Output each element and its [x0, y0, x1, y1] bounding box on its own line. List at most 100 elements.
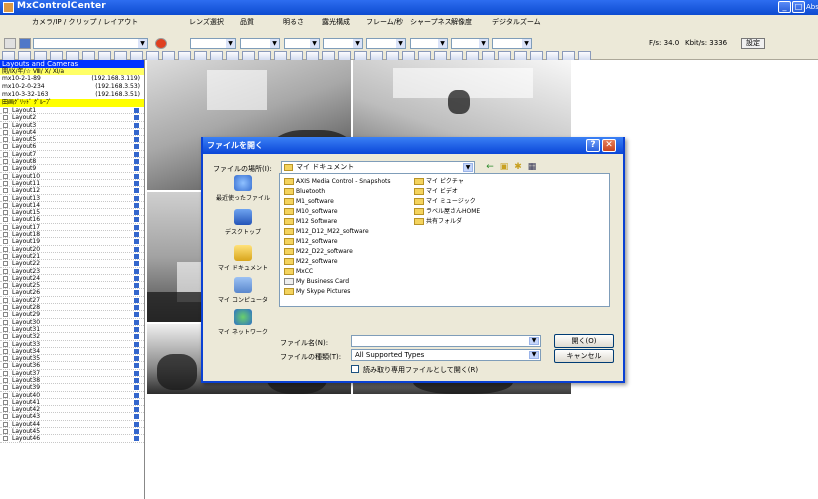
- layout-item[interactable]: Layout25: [0, 282, 144, 290]
- layout-item[interactable]: Layout10: [0, 173, 144, 180]
- layout-item[interactable]: Layout26: [0, 289, 144, 297]
- layout-item[interactable]: Layout35: [0, 355, 144, 363]
- camera-icon[interactable]: [4, 38, 16, 49]
- layout-item[interactable]: Layout32: [0, 333, 144, 341]
- layout-icon: [3, 385, 8, 391]
- layout-item[interactable]: Layout11: [0, 180, 144, 188]
- readonly-checkbox[interactable]: [351, 365, 359, 373]
- quality-select[interactable]: ▼: [240, 38, 280, 49]
- layout-item[interactable]: Layout23: [0, 268, 144, 275]
- layout-item[interactable]: Layout44: [0, 421, 144, 429]
- layout-item[interactable]: Layout31: [0, 326, 144, 334]
- layout-item[interactable]: Layout45: [0, 428, 144, 436]
- list-item[interactable]: Bluetooth: [284, 187, 325, 196]
- maximize-button[interactable]: □: [792, 1, 805, 13]
- layout-item[interactable]: Layout46: [0, 435, 144, 443]
- list-item[interactable]: 共有フォルダ: [414, 217, 462, 226]
- filename-input[interactable]: ▼: [351, 335, 541, 347]
- layout-item[interactable]: Layout29: [0, 311, 144, 319]
- layout-item[interactable]: Layout42: [0, 406, 144, 414]
- list-item[interactable]: M1_software: [284, 197, 334, 206]
- close-button[interactable]: ✕: [602, 139, 616, 152]
- place-my-computer[interactable]: マイ コンピュータ: [211, 277, 275, 304]
- settings-button[interactable]: 設定: [741, 38, 765, 49]
- layout-item[interactable]: Layout34: [0, 348, 144, 356]
- layout-item[interactable]: Layout15: [0, 209, 144, 217]
- layout-item[interactable]: Layout36: [0, 362, 144, 370]
- layout-item[interactable]: Layout19: [0, 238, 144, 246]
- help-button[interactable]: ?: [586, 139, 600, 152]
- list-item[interactable]: M22_D22_software: [284, 247, 353, 256]
- camera-item[interactable]: mx10-3-32-163 (192.168.3.51): [0, 91, 144, 99]
- layout-item[interactable]: Layout38: [0, 377, 144, 385]
- list-item[interactable]: MxCC: [284, 267, 313, 276]
- list-item[interactable]: M12_D12_M22_software: [284, 227, 369, 236]
- layout-item[interactable]: Layout39: [0, 384, 144, 392]
- layout-item[interactable]: Layout16: [0, 216, 144, 224]
- list-item[interactable]: ラベル屋さんHOME: [414, 207, 480, 216]
- cancel-button[interactable]: キャンセル: [554, 349, 614, 363]
- menu-view-select[interactable]: カメラ/IP / クリップ / レイアウト: [32, 17, 138, 28]
- layout-item[interactable]: Layout14: [0, 202, 144, 210]
- list-item[interactable]: マイ ピクチャ: [414, 177, 464, 186]
- place-recent[interactable]: 最近使ったファイル: [211, 175, 275, 202]
- layout-item[interactable]: Layout27: [0, 297, 144, 305]
- layout-item[interactable]: Layout6: [0, 143, 144, 151]
- save-icon[interactable]: [19, 38, 31, 49]
- layout-item[interactable]: Layout30: [0, 319, 144, 326]
- list-item[interactable]: AXIS Media Control - Snapshots: [284, 177, 390, 186]
- place-my-documents[interactable]: マイ ドキュメント: [211, 245, 275, 272]
- camera-item[interactable]: mx10-2-1-89 (192.168.3.119): [0, 75, 144, 83]
- list-item[interactable]: M12_software: [284, 237, 338, 246]
- minimize-button[interactable]: _: [778, 1, 791, 13]
- list-item[interactable]: M12 Software: [284, 217, 337, 226]
- layout-item[interactable]: Layout5: [0, 136, 144, 144]
- layout-group[interactable]: 田画ｸﾞﾘｯﾄﾞ ｸﾞﾙｰﾌﾟ: [0, 99, 144, 107]
- camera-item[interactable]: mx10-2-0-234 (192.168.3.53): [0, 83, 144, 91]
- list-item[interactable]: マイ ビデオ: [414, 187, 458, 196]
- place-my-network[interactable]: マイ ネットワーク: [211, 309, 275, 336]
- new-folder-icon[interactable]: ✱: [512, 162, 524, 172]
- layout-item[interactable]: Layout40: [0, 392, 144, 399]
- up-folder-icon[interactable]: ▣: [498, 162, 510, 172]
- layout-item[interactable]: Layout3: [0, 122, 144, 129]
- layout-item[interactable]: Layout13: [0, 195, 144, 202]
- list-item[interactable]: マイ ミュージック: [414, 197, 476, 206]
- record-icon[interactable]: [155, 38, 167, 49]
- list-item[interactable]: M22_software: [284, 257, 338, 266]
- layout-item[interactable]: Layout4: [0, 129, 144, 137]
- layout-item[interactable]: Layout21: [0, 253, 144, 261]
- layout-item[interactable]: Layout9: [0, 165, 144, 173]
- layout-item[interactable]: Layout1: [0, 107, 144, 115]
- layout-item[interactable]: Layout2: [0, 114, 144, 122]
- list-item[interactable]: My Business Card: [284, 277, 349, 286]
- back-icon[interactable]: ←: [484, 162, 496, 172]
- layout-item[interactable]: Layout24: [0, 275, 144, 283]
- lens-select[interactable]: ▼: [190, 38, 236, 49]
- exposure-select[interactable]: ▼: [323, 38, 363, 49]
- layout-item[interactable]: Layout22: [0, 260, 144, 268]
- layout-item[interactable]: Layout33: [0, 341, 144, 348]
- list-item[interactable]: M10_software: [284, 207, 338, 216]
- view-menu-icon[interactable]: ▦: [526, 162, 538, 172]
- view-select[interactable]: ▼: [33, 38, 148, 49]
- layout-item[interactable]: Layout17: [0, 224, 144, 232]
- list-item[interactable]: My Skype Pictures: [284, 287, 350, 296]
- brightness-select[interactable]: ▼: [284, 38, 320, 49]
- layout-item[interactable]: Layout28: [0, 304, 144, 312]
- place-desktop[interactable]: デスクトップ: [211, 209, 275, 236]
- layout-item[interactable]: Layout43: [0, 413, 144, 421]
- layout-item[interactable]: Layout20: [0, 246, 144, 253]
- layout-item[interactable]: Layout12: [0, 187, 144, 195]
- filetype-select[interactable]: All Supported Types ▼: [351, 349, 541, 361]
- layout-item[interactable]: Layout7: [0, 151, 144, 159]
- layout-item[interactable]: Layout8: [0, 158, 144, 166]
- layout-item[interactable]: Layout37: [0, 370, 144, 377]
- layout-item[interactable]: Layout18: [0, 231, 144, 239]
- sharpness-select[interactable]: ▼: [410, 38, 448, 49]
- fps-select[interactable]: ▼: [366, 38, 406, 49]
- resolution-select[interactable]: ▼: [451, 38, 489, 49]
- layout-item[interactable]: Layout41: [0, 399, 144, 407]
- open-button[interactable]: 開く(O): [554, 334, 614, 348]
- zoom-select[interactable]: ▼: [492, 38, 532, 49]
